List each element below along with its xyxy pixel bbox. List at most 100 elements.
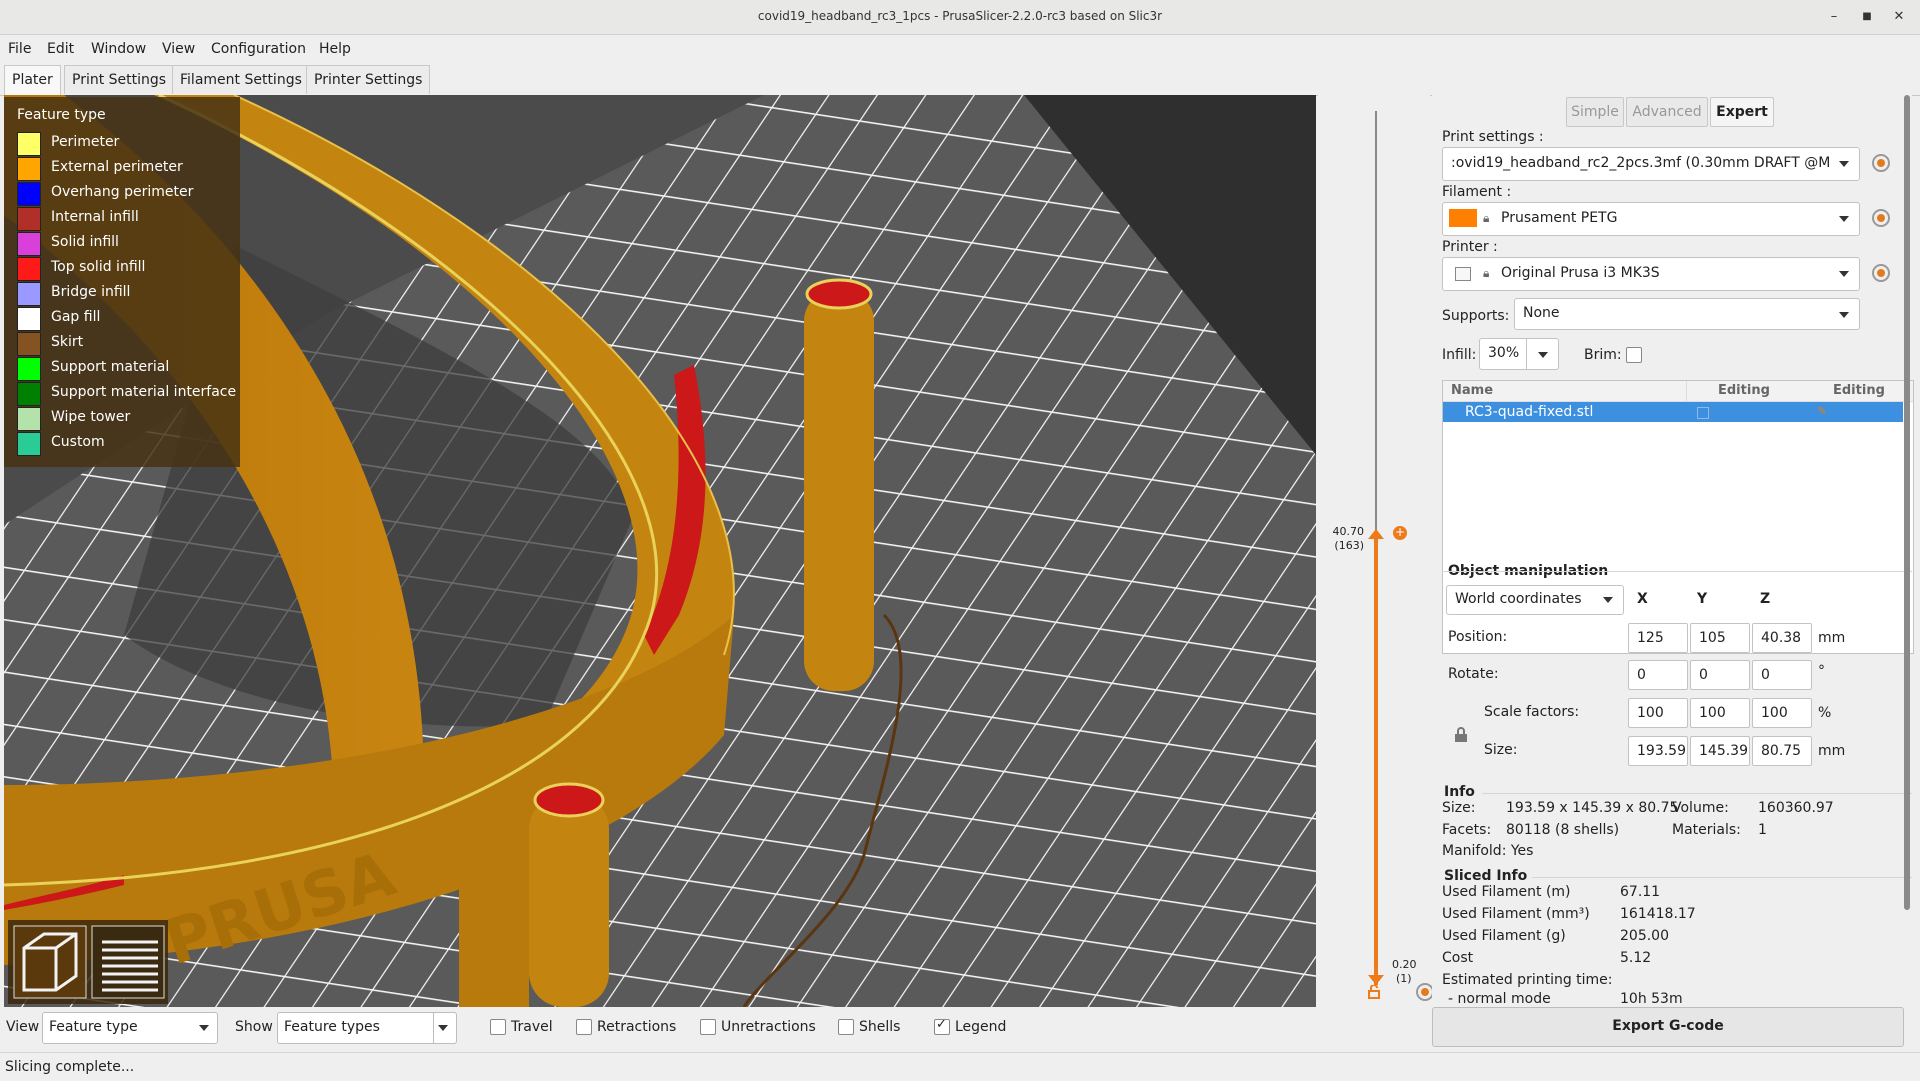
shells-checkbox[interactable]	[838, 1019, 854, 1035]
legend-label: Bridge infill	[51, 284, 131, 300]
legend-label: Internal infill	[51, 209, 139, 225]
legend-label: Gap fill	[51, 309, 101, 325]
filament-gear-icon[interactable]	[1872, 209, 1890, 227]
scale-lock-icon[interactable]	[1454, 727, 1468, 747]
edit-icon[interactable]: ✎	[1817, 404, 1827, 418]
tab-print-settings[interactable]: Print Settings	[64, 65, 175, 94]
rotate-x-field[interactable]: 0	[1628, 660, 1688, 690]
minimize-icon[interactable]: –	[1825, 8, 1843, 26]
3d-view-icon[interactable]	[13, 925, 87, 999]
chevron-down-icon	[438, 1025, 448, 1031]
menu-configuration[interactable]: Configuration	[211, 41, 306, 57]
rotate-y-field[interactable]: 0	[1690, 660, 1750, 690]
object-row[interactable]: RC3-quad-fixed.stl ✎	[1443, 402, 1903, 422]
info-title: Info	[1444, 784, 1475, 800]
menu-window[interactable]: Window	[91, 41, 146, 57]
filament-color-swatch	[1449, 209, 1477, 227]
position-z-field[interactable]: 40.38	[1752, 623, 1812, 653]
legend-label: Solid infill	[51, 234, 119, 250]
menu-edit[interactable]: Edit	[47, 41, 74, 57]
print-settings-select[interactable]: :ovid19_headband_rc2_2pcs.3mf (0.30mm DR…	[1442, 147, 1860, 181]
lock-open-icon[interactable]	[1368, 984, 1380, 999]
scale-x-field[interactable]: 100	[1628, 698, 1688, 728]
sidebar-scrollbar[interactable]	[1904, 95, 1910, 910]
lower-thumb[interactable]	[1368, 975, 1384, 985]
position-y-field[interactable]: 105	[1690, 623, 1750, 653]
object-settings-icon[interactable]	[1697, 407, 1709, 419]
scale-z-field[interactable]: 100	[1752, 698, 1812, 728]
object-list-header: Name Editing Editing	[1443, 381, 1913, 402]
legend-label: Wipe tower	[51, 409, 131, 425]
print-settings-gear-icon[interactable]	[1872, 154, 1890, 172]
unretractions-checkbox[interactable]	[700, 1019, 716, 1035]
export-gcode-button[interactable]: Export G-code	[1432, 1007, 1904, 1047]
mode-advanced-button[interactable]: Advanced	[1626, 97, 1708, 127]
legend-swatch	[17, 232, 41, 256]
show-features-select[interactable]: Feature types	[277, 1012, 457, 1044]
cost-value: 5.12	[1620, 950, 1652, 966]
view-type-select[interactable]: Feature type	[42, 1012, 218, 1044]
preview-layers-icon[interactable]	[91, 925, 165, 999]
legend-checkbox[interactable]	[934, 1017, 950, 1035]
printer-gear-icon[interactable]	[1872, 264, 1890, 282]
mode-simple-button[interactable]: Simple	[1566, 97, 1624, 127]
size-z-field[interactable]: 80.75	[1752, 736, 1812, 766]
lower-value: 0.20	[1392, 958, 1417, 971]
supports-select[interactable]: None	[1514, 298, 1860, 330]
axis-y-label: Y	[1697, 591, 1708, 607]
upper-thumb[interactable]	[1368, 529, 1384, 539]
shells-label: Shells	[859, 1019, 901, 1035]
travel-checkbox[interactable]	[490, 1019, 506, 1035]
printer-icon	[1455, 267, 1471, 281]
size-y-field[interactable]: 145.39	[1690, 736, 1750, 766]
headband-post-right	[804, 291, 874, 691]
chevron-down-icon	[1839, 271, 1849, 277]
chevron-down-icon	[1839, 216, 1849, 222]
infill-select[interactable]: 30%	[1479, 338, 1559, 370]
tab-plater[interactable]: Plater	[4, 65, 61, 96]
legend-swatch	[17, 157, 41, 181]
info-facets-label: Facets:	[1442, 822, 1492, 838]
print-settings-label: Print settings :	[1442, 129, 1544, 145]
used-filament-m-value: 67.11	[1620, 884, 1661, 900]
upper-value: 40.70	[1332, 525, 1365, 538]
size-x-field[interactable]: 193.59	[1628, 736, 1688, 766]
rotate-unit: °	[1818, 663, 1825, 679]
maximize-icon[interactable]: ■	[1858, 8, 1876, 26]
tab-filament-settings[interactable]: Filament Settings	[172, 65, 310, 94]
chevron-down-icon	[1538, 352, 1548, 358]
upper-layer: (163)	[1334, 539, 1364, 552]
col-editing-label: Editing	[1833, 383, 1885, 398]
position-x-field[interactable]: 125	[1628, 623, 1688, 653]
legend-label: Legend	[955, 1019, 1007, 1035]
infill-label: Infill:	[1442, 347, 1477, 363]
status-bar: Slicing complete...	[0, 1052, 1920, 1081]
printer-select[interactable]: 🔒︎ Original Prusa i3 MK3S	[1442, 257, 1860, 291]
legend-swatch	[17, 182, 41, 206]
menu-view[interactable]: View	[162, 41, 195, 57]
rotate-z-field[interactable]: 0	[1752, 660, 1812, 690]
tab-bar: Plater Print Settings Filament Settings …	[0, 63, 1920, 96]
tab-printer-settings[interactable]: Printer Settings	[306, 65, 431, 94]
view-type-value: Feature type	[49, 1019, 138, 1035]
coordinates-select[interactable]: World coordinates	[1446, 585, 1624, 615]
headband-post-bottom	[529, 795, 609, 1007]
menu-file[interactable]: File	[8, 41, 31, 57]
retractions-checkbox[interactable]	[576, 1019, 592, 1035]
scale-unit: %	[1818, 705, 1832, 721]
add-color-change-icon[interactable]: +	[1393, 526, 1407, 540]
scale-y-field[interactable]: 100	[1690, 698, 1750, 728]
legend-label: Perimeter	[51, 134, 120, 150]
object-name: RC3-quad-fixed.stl	[1465, 404, 1594, 420]
filament-select[interactable]: 🔒︎ Prusament PETG	[1442, 202, 1860, 236]
coordinates-value: World coordinates	[1455, 591, 1582, 607]
info-volume-label: Volume:	[1672, 800, 1729, 816]
mode-expert-button[interactable]: Expert	[1710, 97, 1774, 127]
brim-checkbox[interactable]	[1626, 347, 1642, 363]
legend-label: Support material interface	[51, 384, 237, 400]
menu-help[interactable]: Help	[319, 41, 351, 57]
position-label: Position:	[1448, 629, 1508, 645]
close-icon[interactable]: ✕	[1890, 8, 1908, 26]
slider-track-upper	[1375, 111, 1377, 531]
slider-track-range	[1374, 535, 1378, 985]
